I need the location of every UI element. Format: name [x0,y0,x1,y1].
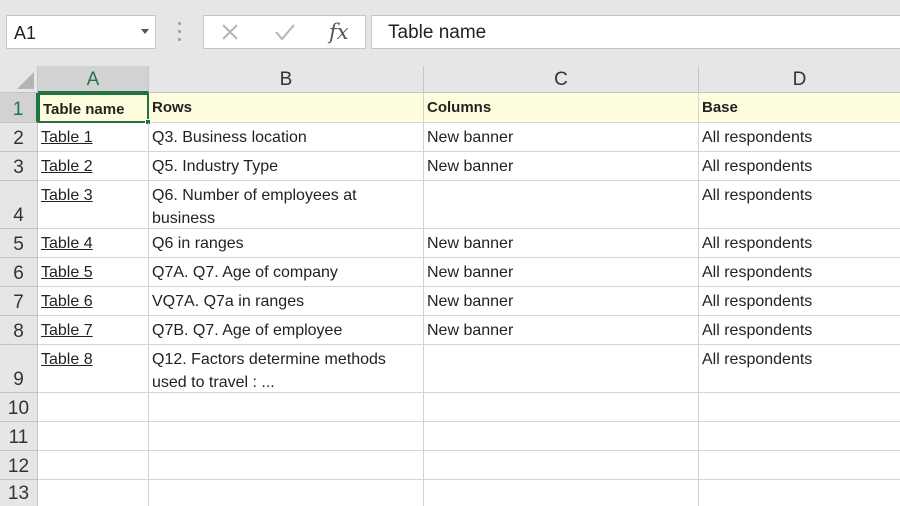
column-header-a[interactable]: A [38,66,149,93]
name-box-value[interactable]: A1 [14,23,36,44]
cell-d2[interactable]: All respondents [699,123,900,152]
insert-function-button[interactable]: fx [329,20,349,44]
cell-b9[interactable]: Q12. Factors determine methods used to t… [149,345,424,393]
row-header-8[interactable]: 8 [0,316,38,345]
formula-bar: A1 fx Table name [0,0,900,66]
cell-a5[interactable]: Table 4 [38,229,149,258]
cell-d1[interactable]: Base [699,93,900,123]
cell-b4[interactable]: Q6. Number of employees at business [149,181,424,229]
cell-b7[interactable]: VQ7A. Q7a in ranges [149,287,424,316]
row-header-11[interactable]: 11 [0,422,38,451]
cell-d3[interactable]: All respondents [699,152,900,181]
chevron-down-icon[interactable] [141,29,149,34]
cell-b3[interactable]: Q5. Industry Type [149,152,424,181]
cell-a8[interactable]: Table 7 [38,316,149,345]
cell-c12[interactable] [424,451,699,480]
cell-c3[interactable]: New banner [424,152,699,181]
cell-d7[interactable]: All respondents [699,287,900,316]
cell-d6[interactable]: All respondents [699,258,900,287]
cell-a13[interactable] [38,480,149,506]
cell-b1[interactable]: Rows [149,93,424,123]
cell-a10[interactable] [38,393,149,422]
cell-a3[interactable]: Table 2 [38,152,149,181]
row-header-2[interactable]: 2 [0,123,38,152]
cell-b8[interactable]: Q7B. Q7. Age of employee [149,316,424,345]
cell-d8[interactable]: All respondents [699,316,900,345]
cell-d13[interactable] [699,480,900,506]
row-header-9[interactable]: 9 [0,345,38,393]
cell-d11[interactable] [699,422,900,451]
cell-a11[interactable] [38,422,149,451]
cell-d12[interactable] [699,451,900,480]
cell-c9[interactable] [424,345,699,393]
row-header-6[interactable]: 6 [0,258,38,287]
cell-a7[interactable]: Table 6 [38,287,149,316]
cell-b13[interactable] [149,480,424,506]
cell-c11[interactable] [424,422,699,451]
row-header-5[interactable]: 5 [0,229,38,258]
row-header-1[interactable]: 1 [0,93,38,123]
enter-button[interactable] [264,16,304,48]
cell-c6[interactable]: New banner [424,258,699,287]
formula-value[interactable]: Table name [388,22,486,44]
cell-b10[interactable] [149,393,424,422]
cell-c10[interactable] [424,393,699,422]
check-icon [275,24,295,41]
cell-a9[interactable]: Table 8 [38,345,149,393]
cell-a2[interactable]: Table 1 [38,123,149,152]
cell-b5[interactable]: Q6 in ranges [149,229,424,258]
cell-b11[interactable] [149,422,424,451]
cell-b2[interactable]: Q3. Business location [149,123,424,152]
cell-c13[interactable] [424,480,699,506]
column-header-d[interactable]: D [699,66,900,93]
cell-d5[interactable]: All respondents [699,229,900,258]
select-all-button[interactable] [0,66,38,93]
cell-a1[interactable]: Table name [38,93,149,123]
formula-input[interactable]: Table name [371,15,900,49]
row-header-10[interactable]: 10 [0,393,38,422]
cell-c8[interactable]: New banner [424,316,699,345]
column-header-c[interactable]: C [424,66,699,93]
formula-buttons: fx [203,15,366,49]
cell-a6[interactable]: Table 5 [38,258,149,287]
name-box[interactable]: A1 [6,15,156,49]
row-header-7[interactable]: 7 [0,287,38,316]
cell-c1[interactable]: Columns [424,93,699,123]
cell-c2[interactable]: New banner [424,123,699,152]
cell-d4[interactable]: All respondents [699,181,900,229]
row-header-3[interactable]: 3 [0,152,38,181]
cell-c5[interactable]: New banner [424,229,699,258]
x-icon [222,24,238,40]
cell-a12[interactable] [38,451,149,480]
row-header-4[interactable]: 4 [0,181,38,229]
grip-dots-icon[interactable] [178,22,181,42]
cancel-button[interactable] [210,16,250,48]
row-header-13[interactable]: 13 [0,480,38,506]
cell-d9[interactable]: All respondents [699,345,900,393]
row-header-12[interactable]: 12 [0,451,38,480]
cell-a4[interactable]: Table 3 [38,181,149,229]
cell-b12[interactable] [149,451,424,480]
cell-d10[interactable] [699,393,900,422]
cell-c4[interactable] [424,181,699,229]
cell-b6[interactable]: Q7A. Q7. Age of company [149,258,424,287]
column-header-b[interactable]: B [149,66,424,93]
cell-c7[interactable]: New banner [424,287,699,316]
